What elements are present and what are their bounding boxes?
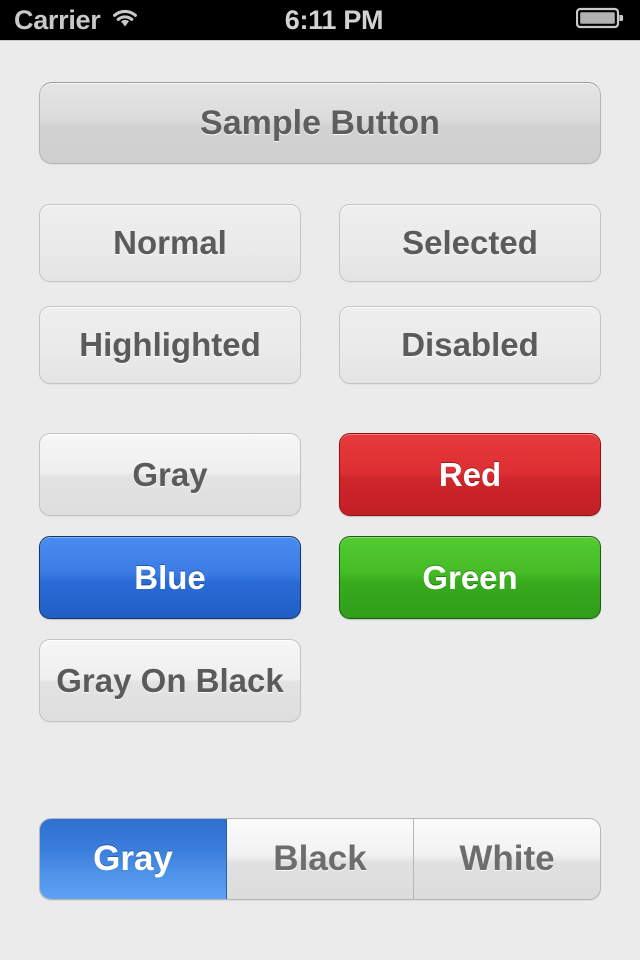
status-bar-left: Carrier <box>0 5 200 36</box>
carrier-label: Carrier <box>14 4 101 35</box>
app-screen: Carrier 6:11 PM Sample Button Normal Sel… <box>0 0 640 960</box>
selected-state-button[interactable]: Selected <box>339 204 601 282</box>
red-color-button[interactable]: Red <box>339 433 601 516</box>
gray-on-black-button[interactable]: Gray On Black <box>39 639 301 722</box>
highlighted-state-button[interactable]: Highlighted <box>39 306 301 384</box>
segment-gray[interactable]: Gray <box>40 819 227 899</box>
blue-color-button[interactable]: Blue <box>39 536 301 619</box>
status-bar-right <box>490 6 640 35</box>
gray-color-button[interactable]: Gray <box>39 433 301 516</box>
green-color-button[interactable]: Green <box>339 536 601 619</box>
sample-button[interactable]: Sample Button <box>39 82 601 164</box>
segment-white[interactable]: White <box>414 819 600 899</box>
status-bar-clock: 6:11 PM <box>284 4 384 35</box>
color-segmented-control[interactable]: Gray Black White <box>39 818 601 900</box>
disabled-state-button[interactable]: Disabled <box>339 306 601 384</box>
wifi-icon <box>110 7 140 34</box>
battery-full-icon <box>575 6 624 35</box>
normal-state-button[interactable]: Normal <box>39 204 301 282</box>
segment-black[interactable]: Black <box>227 819 414 899</box>
status-bar: Carrier 6:11 PM <box>0 0 640 40</box>
